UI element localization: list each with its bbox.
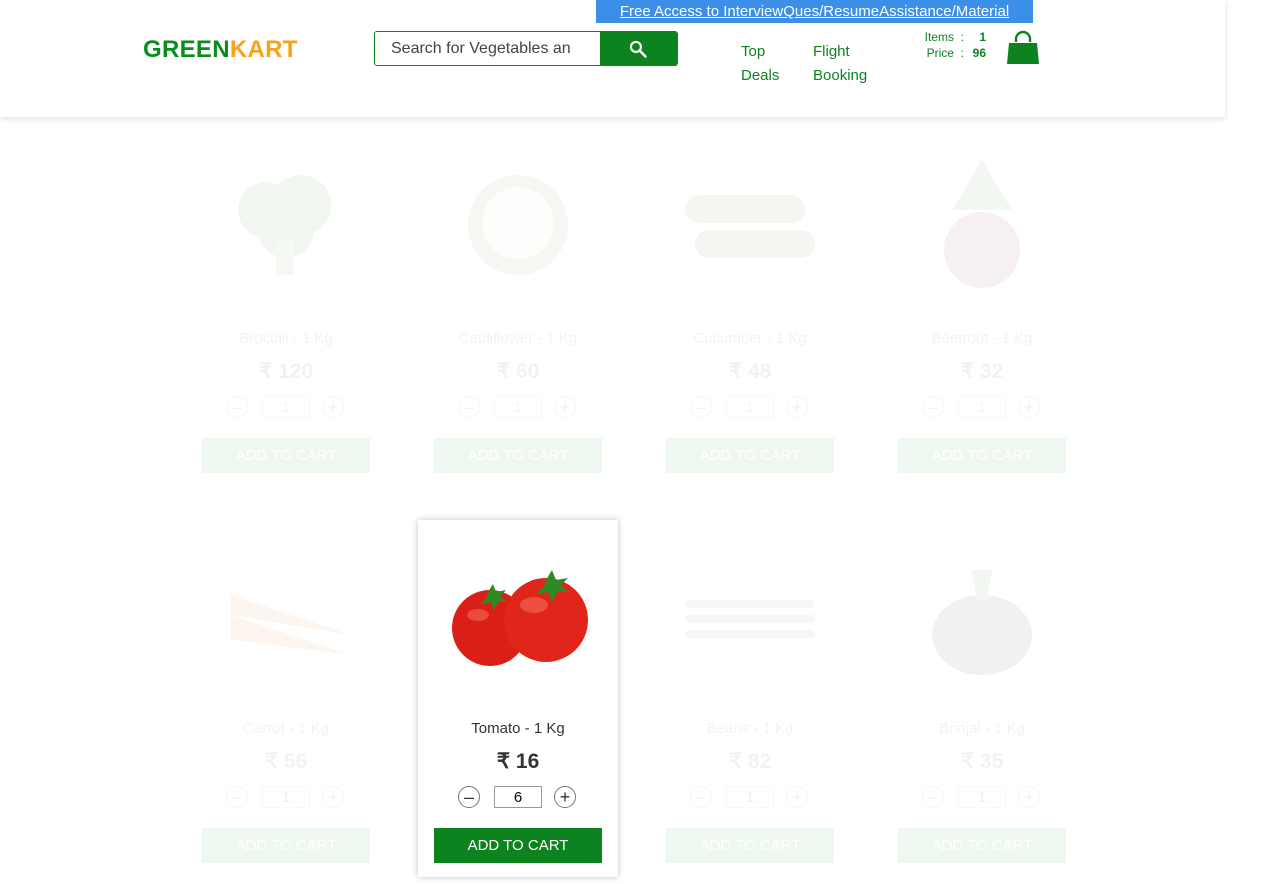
add-to-cart-button[interactable]: ADD TO CART xyxy=(202,828,370,863)
quantity-input[interactable] xyxy=(958,396,1006,418)
brand-logo[interactable]: GREENKART xyxy=(143,36,298,64)
quantity-input[interactable] xyxy=(726,396,774,418)
product-card-beetroot: Beetroot - 1 Kg ₹ 32 – + ADD TO CART xyxy=(882,130,1082,487)
increment-button[interactable]: + xyxy=(322,786,344,808)
promo-link[interactable]: Free Access to InterviewQues/ResumeAssis… xyxy=(596,0,1033,23)
add-to-cart-button[interactable]: ADD TO CART xyxy=(202,438,370,473)
product-image xyxy=(902,540,1062,690)
product-card-tomato: Tomato - 1 Kg ₹ 16 – + ADD TO CART xyxy=(418,520,618,877)
search-icon xyxy=(629,40,647,58)
product-price: ₹ 82 xyxy=(728,750,772,773)
product-price: ₹ 16 xyxy=(496,750,540,773)
product-card-carrot: Carrot - 1 Kg ₹ 56 – + ADD TO CART xyxy=(186,520,386,877)
search-bar xyxy=(374,31,678,66)
decrement-button[interactable]: – xyxy=(458,396,480,418)
quantity-stepper: – + xyxy=(690,396,810,420)
quantity-stepper: – + xyxy=(458,396,578,420)
product-price: ₹ 60 xyxy=(496,360,540,383)
search-input[interactable] xyxy=(375,32,585,65)
product-price: ₹ 120 xyxy=(258,360,314,383)
product-price: ₹ 56 xyxy=(264,750,308,773)
product-card-cucumber: Cucumber - 1 Kg ₹ 48 – + ADD TO CART xyxy=(650,130,850,487)
nav-top-deals[interactable]: Top Deals xyxy=(741,40,791,88)
product-name: Tomato - 1 Kg xyxy=(471,720,565,737)
quantity-input[interactable] xyxy=(958,786,1006,808)
product-name: Cauliflower - 1 Kg xyxy=(458,330,578,347)
product-image xyxy=(670,540,830,690)
product-price: ₹ 48 xyxy=(728,360,772,383)
product-image xyxy=(206,150,366,300)
quantity-input[interactable] xyxy=(494,396,542,418)
add-to-cart-button[interactable]: ADD TO CART xyxy=(434,828,602,863)
cart-summary: Items : 1 Price : 96 xyxy=(908,30,988,62)
quantity-stepper: – + xyxy=(226,396,346,420)
decrement-button[interactable]: – xyxy=(690,396,712,418)
quantity-input[interactable] xyxy=(262,786,310,808)
add-to-cart-button[interactable]: ADD TO CART xyxy=(898,828,1066,863)
increment-button[interactable]: + xyxy=(786,786,808,808)
quantity-stepper: – + xyxy=(922,396,1042,420)
product-image xyxy=(438,150,598,300)
product-card-beans: Beans - 1 Kg ₹ 82 – + ADD TO CART xyxy=(650,520,850,877)
price-label: Price : xyxy=(926,46,964,60)
product-name: Brinjal - 1 Kg xyxy=(939,720,1025,737)
product-name: Carrot - 1 Kg xyxy=(243,720,329,737)
decrement-button[interactable]: – xyxy=(226,786,248,808)
product-name: Beetroot - 1 Kg xyxy=(931,330,1033,347)
logo-green: GREEN xyxy=(143,36,230,63)
shopping-bag-icon[interactable] xyxy=(1005,30,1041,71)
quantity-stepper: – + xyxy=(690,786,810,810)
site-header: GREENKART Free Access to InterviewQues/R… xyxy=(0,0,1225,117)
product-price: ₹ 32 xyxy=(960,360,1004,383)
increment-button[interactable]: + xyxy=(322,396,344,418)
quantity-input[interactable] xyxy=(494,786,542,808)
decrement-button[interactable]: – xyxy=(922,786,944,808)
increment-button[interactable]: + xyxy=(1018,396,1040,418)
quantity-input[interactable] xyxy=(262,396,310,418)
increment-button[interactable]: + xyxy=(554,786,576,808)
price-total: 96 xyxy=(972,46,986,60)
quantity-input[interactable] xyxy=(726,786,774,808)
product-image xyxy=(438,540,598,690)
items-count: 1 xyxy=(979,30,986,44)
product-image xyxy=(206,540,366,690)
add-to-cart-button[interactable]: ADD TO CART xyxy=(898,438,1066,473)
increment-button[interactable]: + xyxy=(786,396,808,418)
quantity-stepper: – + xyxy=(922,786,1042,810)
product-card-cauliflower: Cauliflower - 1 Kg ₹ 60 – + ADD TO CART xyxy=(418,130,618,487)
product-card-brinjal: Brinjal - 1 Kg ₹ 35 – + ADD TO CART xyxy=(882,520,1082,877)
cart-price-row: Price : 96 xyxy=(908,46,988,62)
product-price: ₹ 35 xyxy=(960,750,1004,773)
search-button[interactable] xyxy=(600,32,677,65)
increment-button[interactable]: + xyxy=(1018,786,1040,808)
quantity-stepper: – + xyxy=(458,786,578,810)
product-image xyxy=(902,150,1062,300)
product-name: Beans - 1 Kg xyxy=(706,720,794,737)
quantity-stepper: – + xyxy=(226,786,346,810)
nav-flight-booking[interactable]: Flight Booking xyxy=(813,40,883,88)
add-to-cart-button[interactable]: ADD TO CART xyxy=(666,828,834,863)
decrement-button[interactable]: – xyxy=(458,786,480,808)
product-name: Cucumber - 1 Kg xyxy=(693,330,807,347)
product-card-brocolli: Brocolli - 1 Kg ₹ 120 – + ADD TO CART xyxy=(186,130,386,487)
increment-button[interactable]: + xyxy=(554,396,576,418)
product-name: Brocolli - 1 Kg xyxy=(239,330,333,347)
add-to-cart-button[interactable]: ADD TO CART xyxy=(434,438,602,473)
add-to-cart-button[interactable]: ADD TO CART xyxy=(666,438,834,473)
items-label: Items : xyxy=(924,30,964,44)
cart-items-row: Items : 1 xyxy=(908,30,988,46)
logo-kart: KART xyxy=(229,36,298,63)
decrement-button[interactable]: – xyxy=(226,396,248,418)
decrement-button[interactable]: – xyxy=(922,396,944,418)
product-image xyxy=(670,150,830,300)
decrement-button[interactable]: – xyxy=(690,786,712,808)
